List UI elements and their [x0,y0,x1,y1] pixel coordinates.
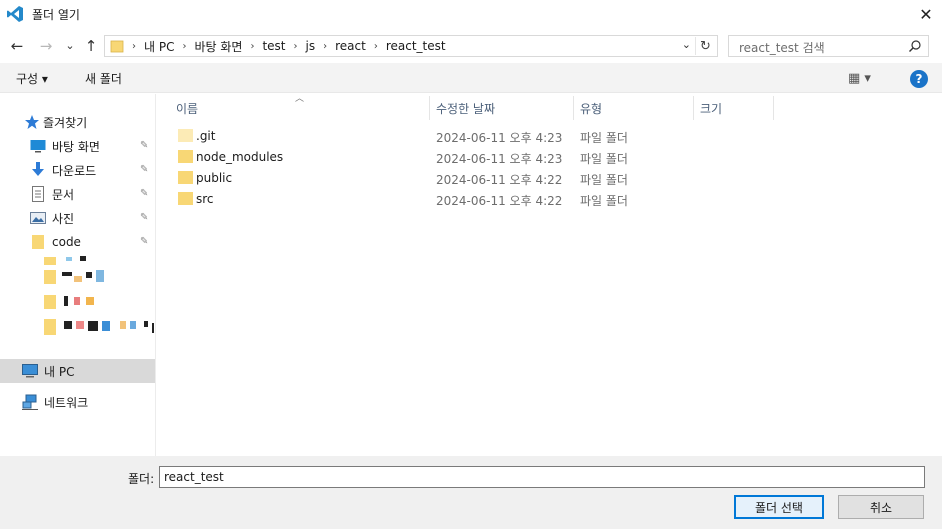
view-options-button[interactable]: ▦ ▾ [848,71,871,86]
sidebar-item-quick-access[interactable]: 즐겨찾기 [0,111,155,133]
obscured-item [44,295,104,309]
navigation-pane: 즐겨찾기 바탕 화면 ✎ 다운로드 ✎ 문서 ✎ 사진 ✎ code ✎ 내 P… [0,94,156,456]
close-button[interactable]: ✕ [912,2,940,26]
file-row[interactable]: node_modules 2024-06-11 오후 4:23 파일 폴더 [170,147,690,168]
column-header-type[interactable]: 유형 [580,100,602,122]
star-icon [25,115,39,129]
new-folder-button[interactable]: 새 폴더 [85,70,122,87]
sidebar-item-label: 네트워크 [44,395,89,410]
file-name: public [196,171,233,185]
file-date: 2024-06-11 오후 4:23 [436,131,563,145]
sidebar-item-label: 내 PC [44,364,75,379]
column-divider[interactable] [429,96,430,120]
file-type: 파일 폴더 [580,194,628,208]
help-icon[interactable]: ? [910,70,928,88]
file-date: 2024-06-11 오후 4:22 [436,173,563,187]
sidebar-item-desktop[interactable]: 바탕 화면 ✎ [0,135,155,157]
obscured-item [44,319,154,335]
column-header-size[interactable]: 크기 [700,100,722,122]
crumb-desktop[interactable]: 바탕 화면 [194,38,242,55]
file-name: node_modules [196,150,284,164]
crumb-react[interactable]: react [335,39,366,53]
select-folder-button[interactable]: 폴더 선택 [734,495,824,519]
column-divider[interactable] [573,96,574,120]
file-row[interactable]: public 2024-06-11 오후 4:22 파일 폴더 [170,168,690,189]
document-icon [32,186,44,202]
sidebar-item-this-pc[interactable]: 내 PC [0,359,155,383]
sidebar-item-label: 즐겨찾기 [43,115,88,130]
file-type: 파일 폴더 [580,173,628,187]
crumb-separator: › [250,40,255,52]
pin-icon: ✎ [140,212,149,223]
organize-button[interactable]: 구성 ▾ [16,70,48,87]
sidebar-item-label: 문서 [52,187,75,202]
recent-locations-dropdown[interactable]: ⌄ [61,35,79,55]
folder-name-input[interactable] [159,466,925,488]
obscured-item [44,270,114,284]
sort-ascending-icon: ︿ [295,94,305,104]
crumb-separator: › [132,40,136,52]
sidebar-item-code[interactable]: code ✎ [0,231,155,253]
crumb-separator: › [293,40,298,52]
command-bar [0,63,942,93]
vscode-icon [7,6,23,22]
pin-icon: ✎ [140,164,149,175]
address-dropdown-icon[interactable]: ⌄ [682,38,691,51]
file-row[interactable]: .git 2024-06-11 오후 4:23 파일 폴더 [170,126,690,147]
pictures-icon [30,212,46,224]
up-button[interactable]: ↑ [82,36,100,56]
sidebar-item-label: 다운로드 [52,163,97,178]
column-divider[interactable] [693,96,694,120]
crumb-separator: › [323,40,328,52]
file-type: 파일 폴더 [580,131,628,145]
file-row[interactable]: src 2024-06-11 오후 4:22 파일 폴더 [170,189,690,210]
search-icon [909,40,921,52]
crumb-this-pc[interactable]: 내 PC [144,38,174,55]
cancel-button[interactable]: 취소 [838,495,924,519]
search-box[interactable]: react_test 검색 [728,35,929,57]
title-bar [0,0,942,28]
pin-icon: ✎ [140,140,149,151]
sidebar-item-label: 사진 [52,211,75,226]
column-header-date[interactable]: 수정한 날짜 [436,100,495,122]
back-button[interactable]: ← [8,36,26,56]
obscured-item [44,255,104,265]
address-bar[interactable]: › 내 PC › 바탕 화면 › test › js › react › rea… [104,35,718,57]
pin-icon: ✎ [140,188,149,199]
crumb-react-test[interactable]: react_test [386,39,446,53]
crumb-separator: › [182,40,187,52]
column-header-name[interactable]: 이름 [176,100,198,122]
window-title: 폴더 열기 [32,8,80,22]
sidebar-item-documents[interactable]: 문서 ✎ [0,183,155,205]
refresh-button[interactable]: ↻ [695,37,715,55]
folder-label: 폴더: [128,472,155,486]
folder-icon [178,129,193,142]
crumb-separator: › [373,40,378,52]
crumb-test[interactable]: test [262,39,285,53]
file-date: 2024-06-11 오후 4:23 [436,152,563,166]
desktop-icon [30,140,46,153]
column-divider[interactable] [773,96,774,120]
sidebar-item-label: 바탕 화면 [52,139,100,154]
folder-icon [32,235,44,249]
computer-icon [22,364,38,378]
file-date: 2024-06-11 오후 4:22 [436,194,563,208]
folder-icon [178,192,193,205]
download-icon [32,162,44,176]
sidebar-item-downloads[interactable]: 다운로드 ✎ [0,159,155,181]
folder-icon [178,171,193,184]
file-name: src [196,192,214,206]
folder-icon [110,40,124,53]
network-icon [22,394,38,410]
sidebar-item-network[interactable]: 네트워크 [0,391,155,413]
folder-icon [178,150,193,163]
crumb-js[interactable]: js [306,39,316,53]
search-input[interactable]: react_test 검색 [739,39,825,56]
sidebar-item-pictures[interactable]: 사진 ✎ [0,207,155,229]
pin-icon: ✎ [140,236,149,247]
sidebar-item-label: code [52,235,81,249]
file-type: 파일 폴더 [580,152,628,166]
forward-button[interactable]: → [37,36,55,56]
file-name: .git [196,129,216,143]
